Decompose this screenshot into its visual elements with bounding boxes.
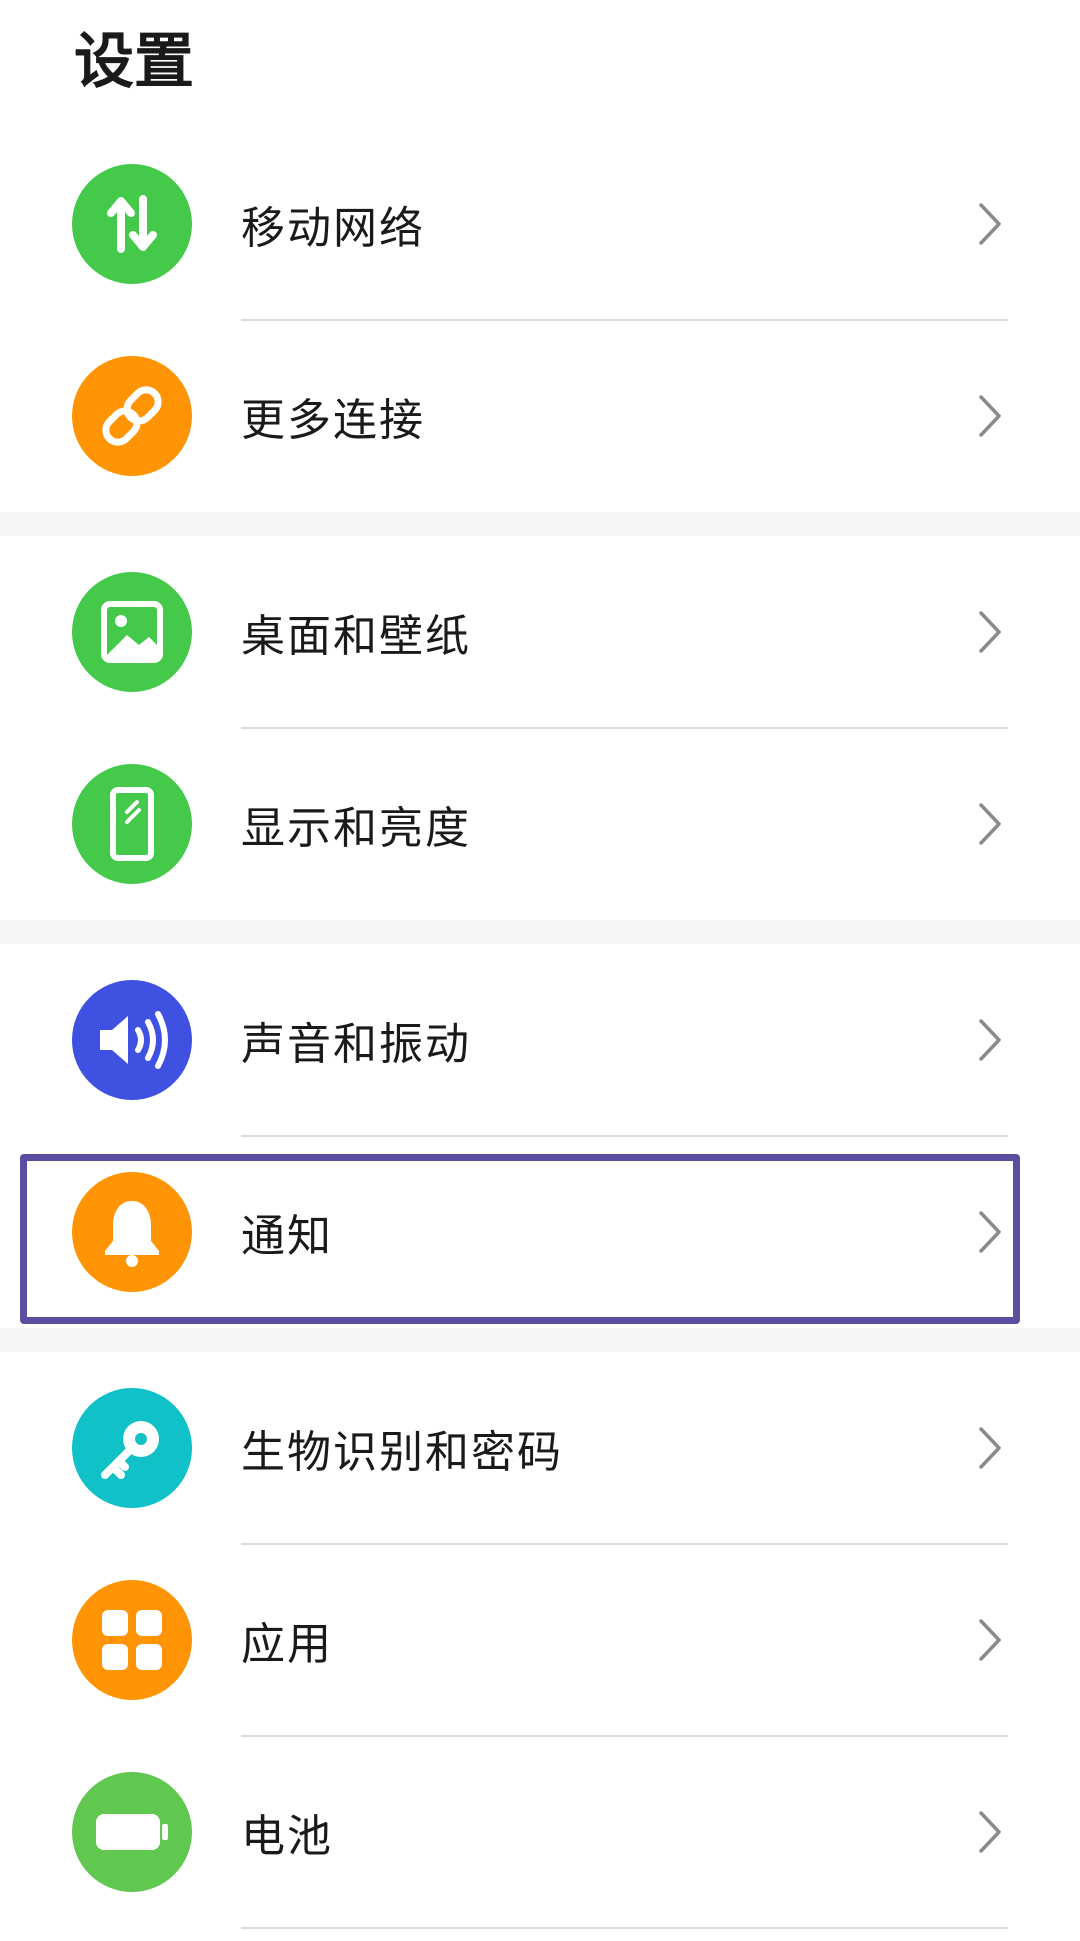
settings-item-display-brightness[interactable]: 显示和亮度 [0, 728, 1080, 920]
section-gap [0, 1328, 1080, 1352]
settings-item-more-connections[interactable]: 更多连接 [0, 320, 1080, 512]
settings-item-desktop-wallpaper[interactable]: 桌面和壁纸 [0, 536, 1080, 728]
settings-item-mobile-network[interactable]: 移动网络 [0, 128, 1080, 320]
page-title: 设置 [74, 27, 194, 97]
chevron-right-icon [979, 1019, 1001, 1061]
settings-item-label: 桌面和壁纸 [241, 611, 471, 662]
arrows-up-down-icon [72, 164, 192, 284]
settings-item-apps[interactable]: 应用 [0, 1544, 1080, 1736]
settings-item-label: 生物识别和密码 [241, 1427, 563, 1478]
chevron-right-icon [979, 1427, 1001, 1469]
chevron-right-icon [979, 803, 1001, 845]
settings-item-label: 电池 [241, 1811, 333, 1862]
image-icon [72, 572, 192, 692]
settings-item-label: 通知 [241, 1211, 333, 1262]
settings-item-sound-vibration[interactable]: 声音和振动 [0, 944, 1080, 1136]
chevron-right-icon [979, 1211, 1001, 1253]
settings-item-biometrics-password[interactable]: 生物识别和密码 [0, 1352, 1080, 1544]
settings-item-label: 显示和亮度 [241, 803, 471, 854]
link-icon [72, 356, 192, 476]
battery-icon [72, 1772, 192, 1892]
settings-item-label: 声音和振动 [241, 1019, 471, 1070]
settings-item-notifications[interactable]: 通知 [0, 1136, 1080, 1328]
settings-item-battery[interactable]: 电池 [0, 1736, 1080, 1928]
settings-item-label: 更多连接 [241, 395, 425, 446]
settings-item-label: 移动网络 [241, 203, 425, 254]
chevron-right-icon [979, 1811, 1001, 1853]
key-icon [72, 1388, 192, 1508]
apps-grid-icon [72, 1580, 192, 1700]
bell-icon [72, 1172, 192, 1292]
section-gap [0, 512, 1080, 536]
phone-brightness-icon [72, 764, 192, 884]
section-gap [0, 920, 1080, 944]
chevron-right-icon [979, 1619, 1001, 1661]
speaker-icon [72, 980, 192, 1100]
chevron-right-icon [979, 203, 1001, 245]
divider [241, 1927, 1008, 1929]
chevron-right-icon [979, 611, 1001, 653]
chevron-right-icon [979, 395, 1001, 437]
settings-item-label: 应用 [241, 1619, 333, 1670]
settings-screen: 设置 移动网络 更多连接 桌面和壁纸 显示和亮度 声音和振动 通知 生物识别和密… [0, 0, 1080, 1941]
